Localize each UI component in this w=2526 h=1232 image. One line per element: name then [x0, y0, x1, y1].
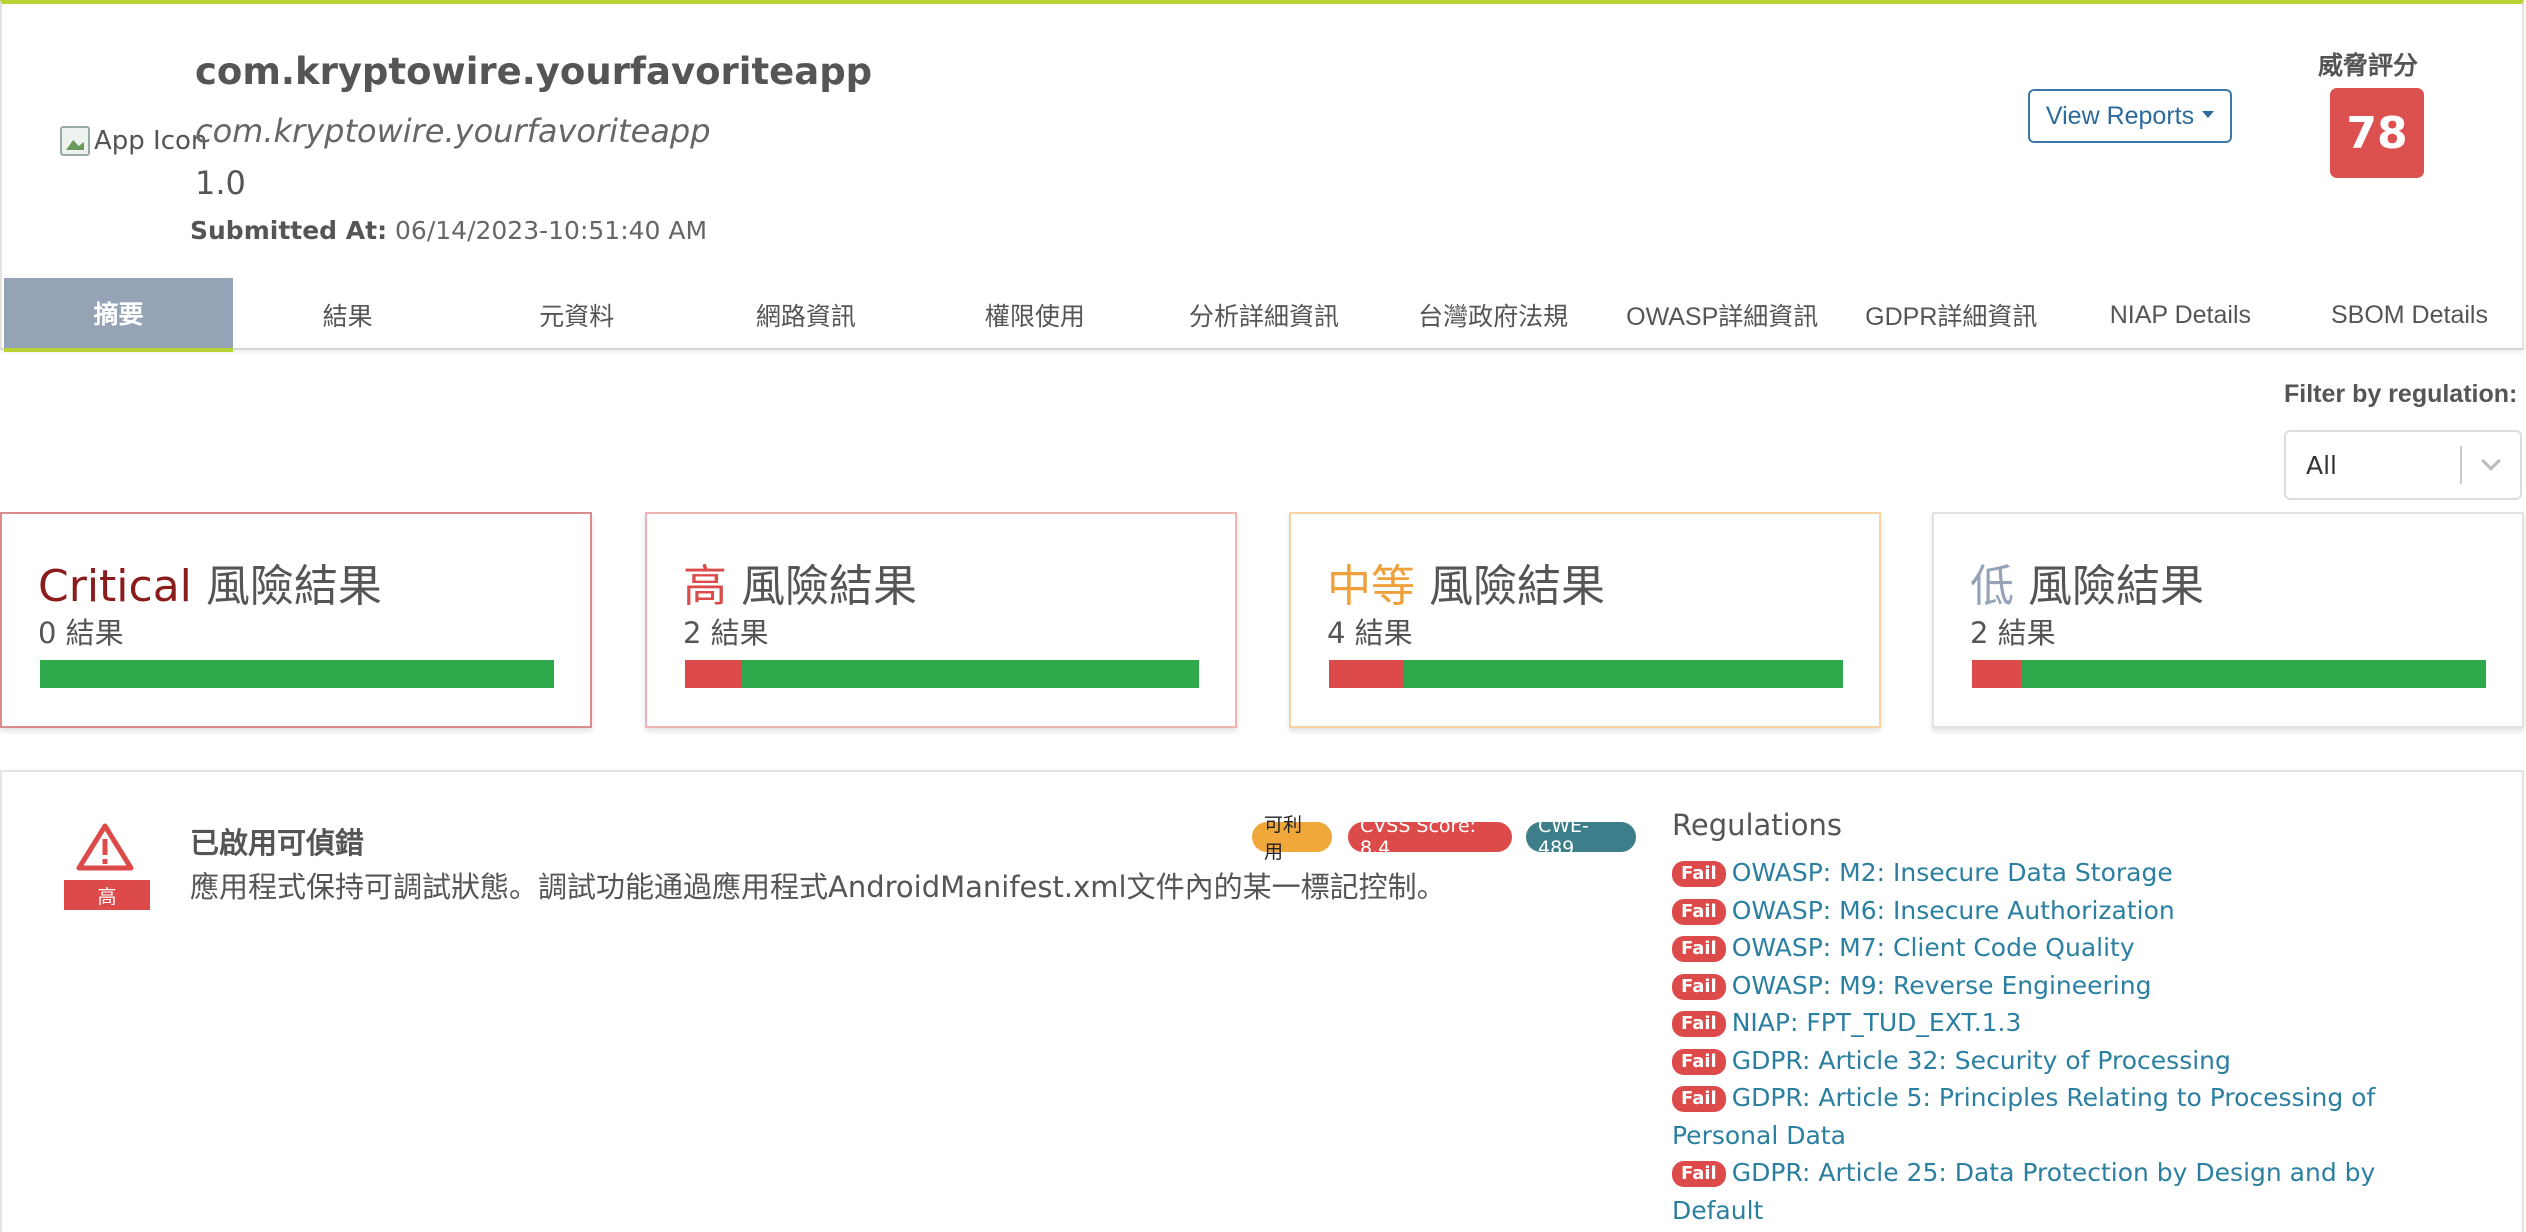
tab-permissions[interactable]: 權限使用: [920, 278, 1149, 352]
filter-selected-value: All: [2306, 450, 2337, 480]
chevron-down-icon[interactable]: [2462, 451, 2520, 471]
regulations-list: Fail OWASP: M2: Insecure Data Storage Fai…: [1672, 854, 2472, 1229]
regulation-item: Fail GDPR: Article 32: Security of Proces…: [1672, 1042, 2472, 1080]
regulation-link[interactable]: GDPR: Article 5: Principles Relating to …: [1672, 1083, 2375, 1150]
risk-card-heading: 高 風險結果: [683, 550, 917, 614]
risk-bar-failed-portion: [1329, 660, 1404, 688]
app-header-card: App Icon com.kryptowire.yourfavoriteapp …: [0, 0, 2524, 352]
regulation-link[interactable]: OWASP: M6: Insecure Authorization: [1732, 896, 2175, 925]
regulation-item: Fail NIAP: FPT_TUD_EXT.1.3: [1672, 1004, 2472, 1042]
regulation-link[interactable]: OWASP: M2: Insecure Data Storage: [1732, 858, 2173, 887]
fail-badge: Fail: [1672, 936, 1726, 962]
tab-network-info[interactable]: 網路資訊: [691, 278, 920, 352]
filter-label: Filter by regulation:: [2284, 380, 2518, 408]
risk-level: Critical: [38, 561, 192, 612]
view-reports-button[interactable]: View Reports: [2028, 89, 2232, 143]
risk-level: 高: [683, 561, 727, 612]
submitted-at-label: Submitted At:: [190, 216, 388, 245]
regulation-item: Fail GDPR: Article 5: Principles Relating…: [1672, 1079, 2472, 1154]
cvss-score-badge: CVSS Score: 8.4: [1348, 815, 1512, 859]
risk-bar-failed-portion: [1972, 660, 2021, 688]
risk-progress-bar: [1972, 660, 2486, 688]
risk-bar-failed-portion: [685, 660, 742, 688]
tab-metadata[interactable]: 元資料: [462, 278, 691, 352]
tab-taiwan-regulations[interactable]: 台灣政府法規: [1379, 278, 1608, 352]
tab-summary[interactable]: 摘要: [4, 278, 234, 352]
exploitable-badge: 可利用: [1252, 814, 1332, 863]
cwe-badge: CWE-489: [1526, 815, 1636, 859]
regulation-filter-select[interactable]: All: [2284, 430, 2522, 500]
risk-card-critical[interactable]: Critical 風險結果 0 結果: [0, 512, 592, 728]
risk-level: 低: [1970, 561, 2014, 612]
risk-progress-bar: [1329, 660, 1843, 688]
regulation-item: Fail OWASP: M6: Insecure Authorization: [1672, 892, 2472, 930]
fail-badge: Fail: [1672, 1161, 1726, 1187]
finding-title[interactable]: 已啟用可偵錯: [190, 820, 364, 862]
regulation-item: Fail OWASP: M9: Reverse Engineering: [1672, 967, 2472, 1005]
risk-card-medium[interactable]: 中等 風險結果 4 結果: [1289, 512, 1881, 728]
severity-badge: 高: [64, 880, 150, 910]
app-icon: App Icon: [60, 126, 207, 156]
regulation-link[interactable]: GDPR: Article 25: Data Protection by Des…: [1672, 1158, 2375, 1225]
regulation-item: Fail OWASP: M2: Insecure Data Storage: [1672, 854, 2472, 892]
tab-gdpr-details[interactable]: GDPR詳細資訊: [1837, 278, 2066, 352]
risk-suffix: 風險結果: [741, 561, 917, 612]
risk-card-heading: Critical 風險結果: [38, 550, 382, 614]
tab-bar: 摘要 結果 元資料 網路資訊 權限使用 分析詳細資訊 台灣政府法規 OWASP詳…: [4, 278, 2524, 352]
risk-card-heading: 低 風險結果: [1970, 550, 2204, 614]
tab-niap-details[interactable]: NIAP Details: [2066, 278, 2295, 352]
threat-score-label: 威脅評分: [2318, 51, 2419, 80]
app-title: com.kryptowire.yourfavoriteapp: [195, 50, 873, 93]
risk-card-high[interactable]: 高 風險結果 2 結果: [645, 512, 1237, 728]
app-package-name: com.kryptowire.yourfavoriteapp: [195, 112, 711, 150]
risk-count: 2 結果: [1970, 616, 2056, 650]
risk-level: 中等: [1327, 561, 1415, 612]
risk-card-heading: 中等 風險結果: [1327, 550, 1605, 614]
finding-card: 高 已啟用可偵錯 應用程式保持可調試狀態。調試功能通過應用程式AndroidMa…: [0, 770, 2524, 1232]
regulation-link[interactable]: OWASP: M7: Client Code Quality: [1732, 933, 2135, 962]
risk-count: 0 結果: [38, 616, 124, 650]
tab-owasp-details[interactable]: OWASP詳細資訊: [1608, 278, 1837, 352]
fail-badge: Fail: [1672, 1048, 1726, 1075]
risk-progress-bar: [685, 660, 1199, 688]
threat-score-badge: 78: [2330, 88, 2424, 178]
broken-image-icon: [60, 126, 90, 156]
risk-suffix: 風險結果: [205, 561, 382, 612]
submitted-at: Submitted At: 06/14/2023-10:51:40 AM: [190, 216, 707, 245]
caret-down-icon: [2202, 110, 2215, 118]
fail-badge: Fail: [1672, 973, 1726, 1000]
fail-badge: Fail: [1672, 1011, 1726, 1037]
tab-sbom-details[interactable]: SBOM Details: [2295, 278, 2524, 352]
regulations-heading: Regulations: [1672, 808, 1842, 842]
app-version: 1.0: [195, 164, 246, 202]
fail-badge: Fail: [1672, 861, 1726, 887]
regulation-link[interactable]: GDPR: Article 32: Security of Processing: [1732, 1046, 2231, 1075]
risk-progress-bar: [40, 660, 554, 688]
app-icon-alt-text: App Icon: [94, 126, 208, 156]
view-reports-label: View Reports: [2045, 101, 2195, 130]
finding-description: 應用程式保持可調試狀態。調試功能通過應用程式AndroidManifest.xm…: [190, 870, 1446, 904]
risk-card-low[interactable]: 低 風險結果 2 結果: [1932, 512, 2524, 728]
risk-suffix: 風險結果: [2028, 561, 2204, 612]
regulation-link[interactable]: OWASP: M9: Reverse Engineering: [1732, 971, 2152, 1000]
tab-analysis-details[interactable]: 分析詳細資訊: [1149, 278, 1378, 352]
risk-count: 2 結果: [683, 616, 769, 650]
regulation-link[interactable]: NIAP: FPT_TUD_EXT.1.3: [1732, 1008, 2022, 1037]
risk-suffix: 風險結果: [1429, 561, 1605, 612]
regulation-item: Fail GDPR: Article 25: Data Protection by…: [1672, 1154, 2472, 1229]
fail-badge: Fail: [1672, 1086, 1726, 1112]
risk-count: 4 結果: [1327, 616, 1413, 650]
submitted-at-value: 06/14/2023-10:51:40 AM: [395, 216, 708, 245]
tab-results[interactable]: 結果: [233, 278, 462, 352]
warning-icon: [76, 823, 134, 871]
regulation-item: Fail OWASP: M7: Client Code Quality: [1672, 929, 2472, 967]
fail-badge: Fail: [1672, 898, 1726, 925]
